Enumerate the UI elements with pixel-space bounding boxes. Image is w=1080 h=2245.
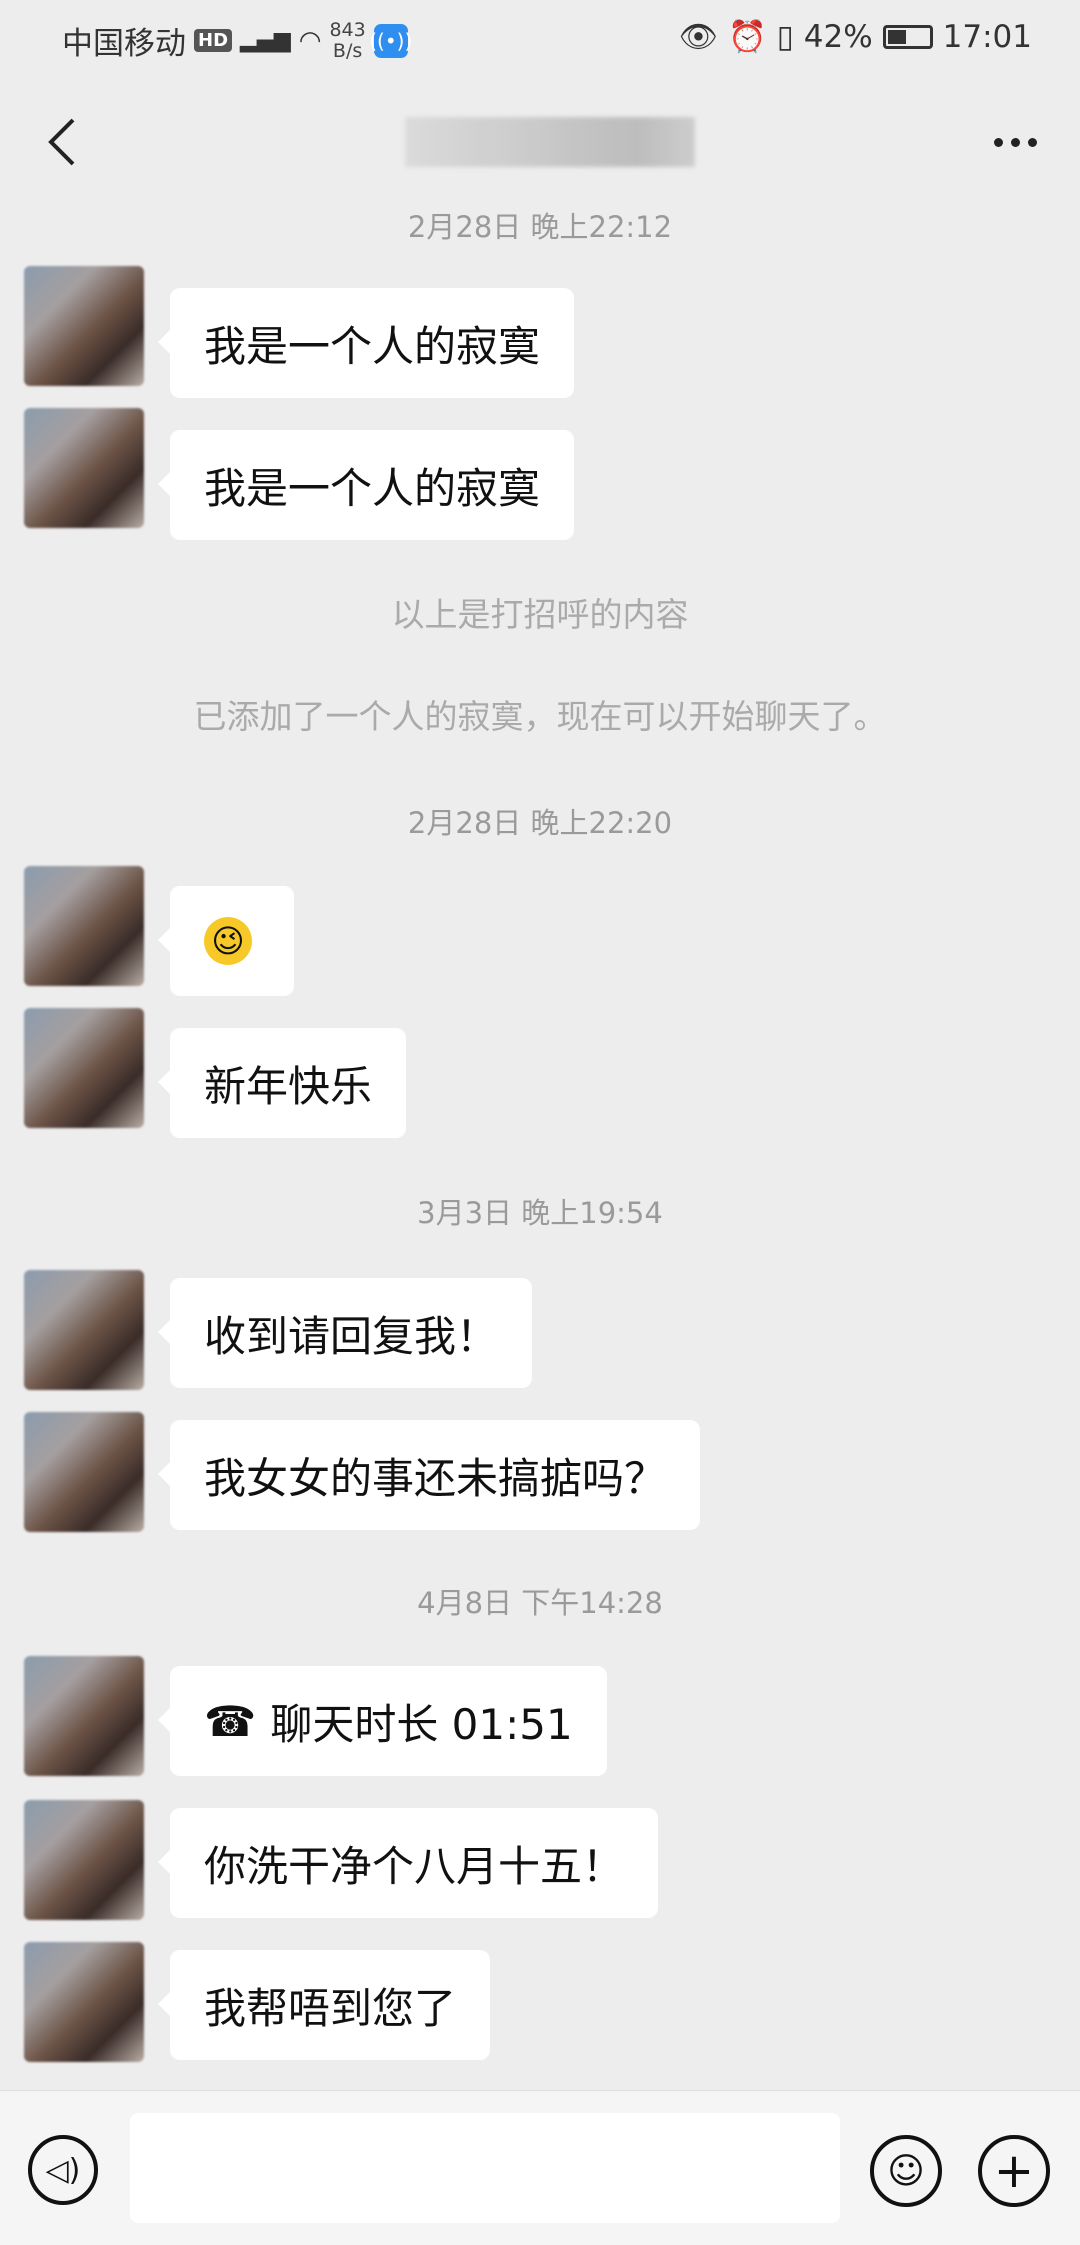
avatar[interactable] [24, 866, 144, 986]
message-input[interactable] [130, 2113, 840, 2223]
carrier-label: 中国移动 [62, 26, 186, 62]
battery-percent: 42% [803, 18, 873, 55]
message-list[interactable]: 2月28日 晚上22:12 我是一个人的寂寞 我是一个人的寂寞 以上是打招呼的内… [0, 200, 1080, 2090]
emoji-icon: ☺ [887, 2150, 925, 2192]
system-message: 以上是打招呼的内容 [391, 595, 689, 634]
timestamp: 2月28日 晚上22:12 [407, 210, 673, 244]
wifi-icon: ◠ [298, 25, 322, 56]
message-bubble[interactable]: 收到请回复我！ [157, 1278, 533, 1388]
hotspot-icon: ((•)) [369, 23, 412, 58]
clock: 17:01 [942, 18, 1032, 55]
plus-icon: + [993, 2143, 1035, 2199]
call-duration-bubble[interactable]: ☎ 聊天时长 01:51 [158, 1666, 607, 1776]
emoji-button[interactable]: ☺ [870, 2135, 942, 2207]
eye-icon: 👁 [678, 19, 719, 55]
avatar[interactable] [24, 1942, 144, 2062]
battery-icon [882, 24, 933, 49]
status-right: 👁 ⏰ ▯ 42% 17:01 [678, 18, 1032, 56]
message-bubble[interactable]: 你洗干净个八月十五！ [157, 1808, 659, 1918]
avatar[interactable] [24, 266, 144, 386]
avatar[interactable] [24, 408, 144, 528]
phone-icon: ☎ [204, 1696, 257, 1746]
emoji-message-bubble[interactable]: 😉 [158, 886, 294, 996]
message-bubble[interactable]: 我帮唔到您了 [157, 1950, 491, 2060]
avatar[interactable] [24, 1270, 144, 1390]
message-bubble[interactable]: 我是一个人的寂寞 [157, 430, 575, 540]
avatar[interactable] [24, 1800, 144, 1920]
hd-icon: HD [194, 29, 233, 52]
timestamp: 4月8日 下午14:28 [417, 1586, 663, 1620]
avatar[interactable] [24, 1008, 144, 1128]
chat-title-redacted [405, 117, 695, 167]
vibrate-icon: ▯ [776, 18, 794, 55]
avatar[interactable] [24, 1656, 144, 1776]
message-bubble[interactable]: 新年快乐 [157, 1028, 407, 1138]
call-duration-text: 聊天时长 01:51 [270, 1699, 573, 1749]
more-icon [993, 137, 1037, 147]
voice-button[interactable]: ◁) [28, 2135, 98, 2205]
signal-icon: ▂▄▆ [240, 28, 291, 53]
more-button[interactable] [980, 112, 1050, 172]
wink-emoji-icon: 😉 [204, 917, 252, 965]
net-speed: 843 B/s [329, 18, 366, 62]
timestamp: 2月28日 晚上22:20 [407, 806, 673, 840]
alarm-icon: ⏰ [728, 19, 767, 55]
message-bubble[interactable]: 我女女的事还未搞掂吗？ [157, 1420, 701, 1530]
system-message: 已添加了一个人的寂寞，现在可以开始聊天了。 [193, 697, 887, 736]
chat-header [0, 82, 1080, 212]
timestamp: 3月3日 晚上19:54 [417, 1196, 663, 1230]
avatar[interactable] [24, 1412, 144, 1532]
input-bar: ◁) ☺ + [0, 2090, 1080, 2245]
back-button[interactable] [32, 112, 92, 172]
voice-icon: ◁) [45, 2152, 81, 2188]
chevron-left-icon [48, 118, 75, 166]
status-bar: 中国移动 HD ▂▄▆ ◠ 843 B/s ((•)) 👁 ⏰ ▯ 42% 17… [0, 0, 1080, 82]
status-left: 中国移动 HD ▂▄▆ ◠ 843 B/s ((•)) [62, 18, 412, 63]
message-bubble[interactable]: 我是一个人的寂寞 [157, 288, 575, 398]
more-functions-button[interactable]: + [978, 2135, 1050, 2207]
